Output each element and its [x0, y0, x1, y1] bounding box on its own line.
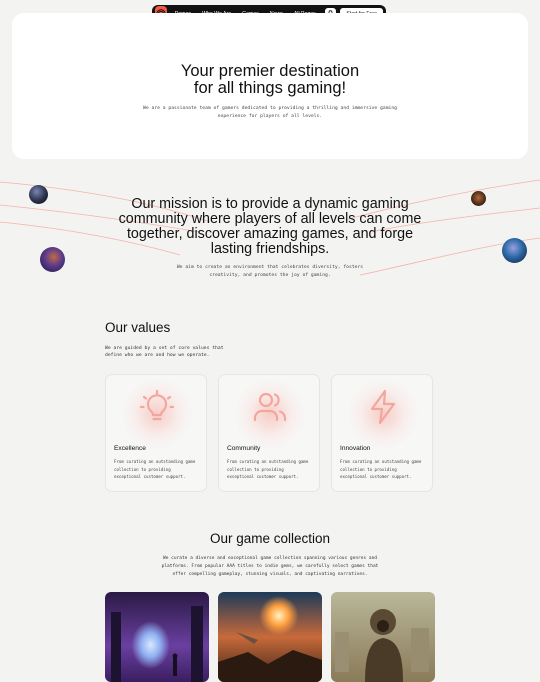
value-card-innovation: Innovation From curating an outstanding …: [331, 374, 433, 492]
mission-subtitle-line-1: We aim to create an environment that cel…: [176, 265, 364, 270]
card-text: From curating an outstanding game collec…: [114, 458, 204, 481]
mission-title-line-4: lasting friendships.: [210, 241, 330, 257]
value-card-excellence: Excellence From curating an outstanding …: [105, 374, 207, 492]
collection-subtitle-line-3: offer compelling gameplay, stunning visu…: [172, 572, 368, 577]
avatar: [502, 238, 527, 263]
card-text-line: exceptional customer support.: [114, 474, 186, 479]
card-text: From curating an outstanding game collec…: [227, 458, 317, 481]
card-text-line: From curating an outstanding game: [227, 459, 309, 464]
card-text-line: collection to providing: [340, 466, 397, 472]
hero-title-line-2: for all things gaming!: [193, 79, 347, 97]
collection-subtitle-line-2: platforms. From popular AAA titles to in…: [161, 564, 379, 569]
avatar: [471, 191, 486, 206]
game-artwork-explosion: [218, 592, 322, 682]
collection-title: Our game collection: [209, 531, 331, 546]
card-title: Excellence: [114, 445, 146, 452]
lightbulb-icon: [139, 389, 175, 421]
game-card-image[interactable]: [331, 592, 435, 682]
card-text-line: collection to providing: [114, 466, 171, 472]
game-card-image[interactable]: [218, 592, 322, 682]
mission-title: Our mission is to provide a dynamic gami…: [110, 197, 430, 257]
hero-subtitle: We are a passionate team of gamers dedic…: [142, 105, 398, 121]
lightning-icon: [370, 389, 396, 425]
values-subtitle: We are guided by a set of core values th…: [105, 345, 235, 359]
collection-subtitle: We curate a diverse and exceptional game…: [145, 555, 395, 579]
hero-title-line-1: Your premier destination: [180, 62, 360, 80]
game-artwork-soldier: [331, 592, 435, 682]
hero-title: Your premier destination for all things …: [12, 63, 528, 97]
card-title: Innovation: [340, 445, 371, 452]
card-text-line: From curating an outstanding game: [340, 459, 422, 464]
card-text-line: From curating an outstanding game: [114, 459, 196, 464]
value-card-community: Community From curating an outstanding g…: [218, 374, 320, 492]
avatar: [29, 185, 48, 204]
users-icon: [253, 392, 287, 422]
values-subtitle-line-1: We are guided by a set of core values th…: [105, 346, 224, 351]
mission-subtitle-line-2: creativity, and promotes the joy of gami…: [209, 273, 331, 278]
hero-subtitle-line-1: We are a passionate team of gamers dedic…: [143, 106, 397, 111]
avatar: [40, 247, 65, 272]
mission-title-line-1: Our mission is to provide a dynamic gami…: [131, 196, 409, 212]
values-title: Our values: [105, 320, 171, 335]
hero-card: Your premier destination for all things …: [12, 13, 528, 159]
values-subtitle-line-2: define who we are and how we operate.: [105, 353, 210, 358]
card-title: Community: [227, 445, 261, 452]
mission-subtitle: We aim to create an environment that cel…: [160, 264, 380, 280]
card-text-line: exceptional customer support.: [227, 474, 299, 479]
mission-title-line-3: together, discover amazing games, and fo…: [126, 226, 414, 242]
game-card-image[interactable]: [105, 592, 209, 682]
mission-title-line-2: community where players of all levels ca…: [118, 211, 422, 227]
hero-subtitle-line-2: experience for players of all levels.: [217, 114, 323, 119]
card-text-line: collection to providing: [227, 466, 284, 472]
game-artwork-portal: [105, 592, 209, 682]
collection-subtitle-line-1: We curate a diverse and exceptional game…: [162, 556, 378, 561]
card-text-line: exceptional customer support.: [340, 474, 412, 479]
card-text: From curating an outstanding game collec…: [340, 458, 430, 481]
